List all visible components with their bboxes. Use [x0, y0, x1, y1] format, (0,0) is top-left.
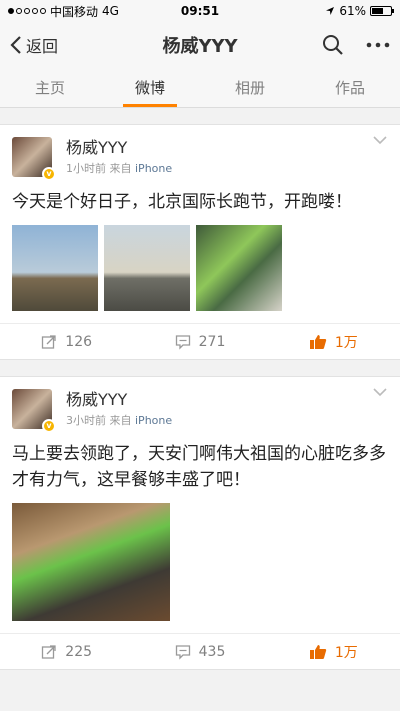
battery-percent: 61%: [339, 4, 366, 18]
post-images: [0, 215, 400, 323]
comment-icon: [175, 644, 190, 660]
post-header: v 杨威YYY 3小时前 来自 iPhone: [0, 377, 400, 433]
clock: 09:51: [180, 4, 220, 18]
source-link[interactable]: iPhone: [135, 414, 172, 427]
repost-icon: [42, 334, 56, 349]
carrier-label: 中国移动: [50, 4, 99, 19]
battery-icon: [370, 6, 394, 16]
location-arrow-icon: [326, 7, 335, 15]
avatar[interactable]: v: [12, 389, 56, 433]
post-image[interactable]: [196, 225, 282, 311]
post-image[interactable]: [104, 225, 190, 311]
signal-icon: [8, 8, 46, 14]
post-card[interactable]: v 杨威YYY 3小时前 来自 iPhone 马上要去领跑了，天安门啊伟大祖国的…: [0, 376, 400, 670]
nav-bar: 返回 杨威YYY: [0, 22, 400, 68]
source-prefix: 来自: [109, 162, 132, 175]
back-button[interactable]: 返回: [10, 33, 58, 57]
post-subline: 3小时前 来自 iPhone: [66, 412, 172, 428]
comment-button[interactable]: 271: [133, 324, 266, 359]
tab-album[interactable]: 相册: [200, 68, 300, 107]
network-label: 4G: [102, 4, 119, 18]
post-subline: 1小时前 来自 iPhone: [66, 160, 172, 176]
thumbs-up-icon: [309, 644, 327, 659]
post-meta: 杨威YYY 3小时前 来自 iPhone: [66, 389, 172, 429]
like-button[interactable]: 1万: [267, 324, 400, 359]
post-meta: 杨威YYY 1小时前 来自 iPhone: [66, 137, 172, 177]
comment-icon: [175, 334, 190, 350]
repost-button[interactable]: 126: [0, 324, 133, 359]
tab-weibo[interactable]: 微博: [100, 68, 200, 107]
tab-home[interactable]: 主页: [0, 68, 100, 107]
post-text: 马上要去领跑了，天安门啊伟大祖国的心脏吃多多才有力气，这早餐够丰盛了吧！: [12, 444, 386, 490]
comment-button[interactable]: 435: [133, 634, 266, 669]
verified-badge-icon: v: [42, 167, 56, 181]
username[interactable]: 杨威YYY: [66, 138, 172, 158]
source-prefix: 来自: [109, 414, 132, 427]
post-time: 1小时前: [66, 162, 106, 175]
like-button[interactable]: 1万: [267, 634, 400, 669]
post-text: 今天是个好日子，北京国际长跑节，开跑喽！: [12, 192, 352, 212]
chevron-down-icon[interactable]: [372, 135, 388, 145]
comment-count: 435: [198, 643, 226, 660]
status-right: 61%: [325, 4, 394, 18]
source-link[interactable]: iPhone: [135, 162, 172, 175]
profile-tabs: 主页 微博 相册 作品: [0, 68, 400, 108]
repost-count: 225: [65, 643, 93, 660]
post-card[interactable]: v 杨威YYY 1小时前 来自 iPhone 今天是个好日子，北京国际长跑节，开…: [0, 124, 400, 360]
username[interactable]: 杨威YYY: [66, 390, 172, 410]
like-count: 1万: [334, 334, 358, 351]
thumbs-up-icon: [309, 334, 327, 349]
search-icon[interactable]: [322, 34, 344, 56]
post-time: 3小时前: [66, 414, 106, 427]
status-left: 中国移动 4G: [8, 3, 119, 20]
post-header: v 杨威YYY 1小时前 来自 iPhone: [0, 125, 400, 181]
comment-count: 271: [198, 333, 226, 350]
chevron-left-icon: [10, 36, 21, 54]
verified-badge-icon: v: [42, 419, 56, 433]
status-bar: 中国移动 4G 09:51 61%: [0, 0, 400, 22]
post-actions: 126 271 1万: [0, 323, 400, 359]
post-image[interactable]: [12, 503, 170, 621]
chevron-down-icon[interactable]: [372, 387, 388, 397]
post-image[interactable]: [12, 225, 98, 311]
repost-icon: [42, 644, 56, 659]
nav-actions: [322, 34, 390, 56]
avatar[interactable]: v: [12, 137, 56, 181]
like-count: 1万: [334, 644, 358, 661]
page-title: 杨威YYY: [162, 36, 238, 57]
repost-button[interactable]: 225: [0, 634, 133, 669]
more-icon[interactable]: [366, 42, 390, 48]
back-label: 返回: [26, 37, 59, 56]
tab-works[interactable]: 作品: [300, 68, 400, 107]
post-actions: 225 435 1万: [0, 633, 400, 669]
repost-count: 126: [65, 333, 93, 350]
